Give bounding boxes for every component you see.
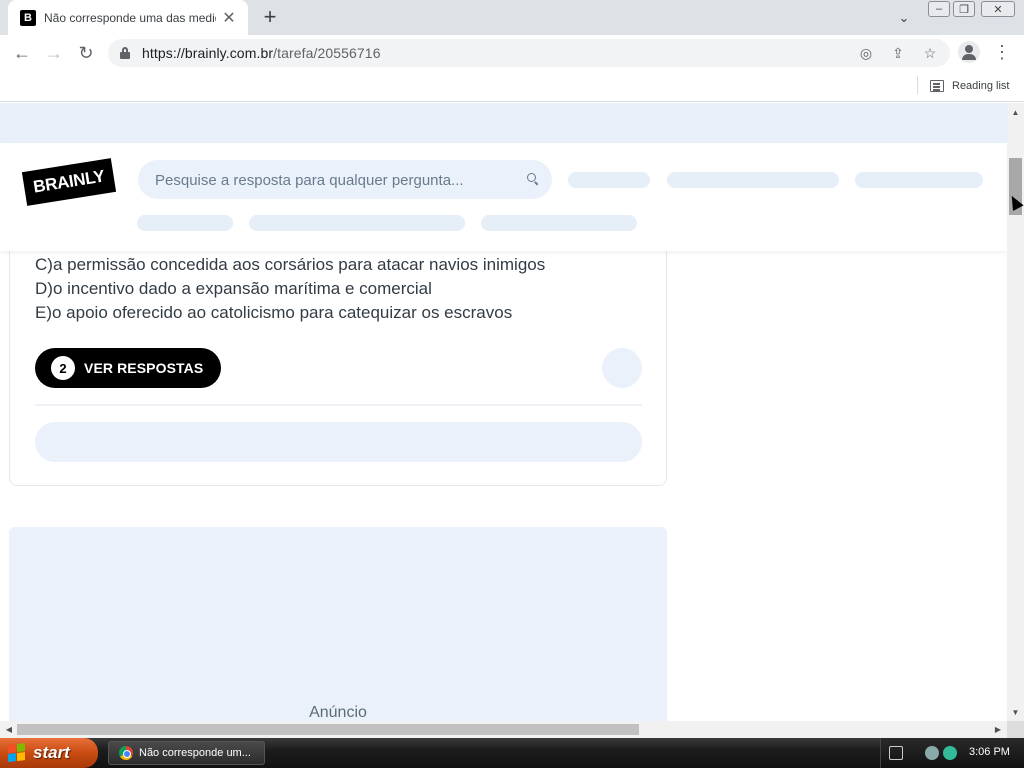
horizontal-scrollbar[interactable]: ◀ ▶	[0, 721, 1007, 738]
subnav-skeleton	[481, 215, 637, 231]
search-placeholder: Pesquise a resposta para qualquer pergun…	[155, 172, 464, 189]
view-answers-button[interactable]: 2 VER RESPOSTAS	[35, 348, 221, 388]
share-icon[interactable]: ⇪	[888, 43, 908, 63]
minimize-button[interactable]: –	[928, 1, 950, 17]
close-window-button[interactable]: ✕	[981, 1, 1015, 17]
reading-list-button[interactable]: Reading list	[930, 76, 1009, 96]
search-icon[interactable]	[527, 173, 539, 186]
answer-input-skeleton	[35, 422, 642, 462]
view-answers-label: VER RESPOSTAS	[84, 360, 204, 376]
bookmarks-divider	[917, 76, 918, 94]
security-icon[interactable]	[943, 746, 957, 760]
browser-toolbar: ← → ↻ https://brainly.com.br/tarefa/2055…	[0, 35, 1024, 70]
brainly-favicon-icon: B	[20, 9, 36, 26]
subnav-skeleton	[249, 215, 465, 231]
answers-count-badge: 2	[51, 356, 75, 380]
eye-off-icon[interactable]: ◎	[856, 43, 876, 63]
profile-icon[interactable]	[958, 41, 980, 63]
restore-button[interactable]: ❐	[953, 1, 975, 17]
forward-arrow-icon[interactable]: →	[42, 41, 66, 65]
bookmarks-bar: Reading list	[0, 70, 1024, 102]
tab-strip: B Não corresponde uma das medidas ✕ + ⌄ …	[0, 0, 1024, 35]
scroll-up-arrow-icon[interactable]: ▲	[1007, 105, 1024, 119]
star-icon[interactable]: ☆	[920, 43, 940, 63]
scrollbar-corner	[1007, 721, 1024, 738]
answer-option: E)o apoio oferecido ao catolicismo para …	[35, 303, 513, 322]
reading-list-label: Reading list	[952, 80, 1010, 92]
nav-skeleton	[855, 172, 983, 188]
lock-icon[interactable]	[120, 47, 130, 59]
address-bar[interactable]: https://brainly.com.br/tarefa/20556716 ◎…	[108, 39, 950, 67]
reading-list-icon	[930, 80, 944, 92]
page-viewport: BRAINLY Pesquise a resposta para qualque…	[0, 103, 1007, 721]
ad-container: Anúncio	[9, 527, 667, 721]
nav-skeleton	[667, 172, 839, 188]
top-skeleton-stripe	[0, 103, 1007, 143]
browser-tab[interactable]: B Não corresponde uma das medidas ✕	[8, 0, 248, 35]
search-input[interactable]: Pesquise a resposta para qualquer pergun…	[138, 160, 552, 199]
horizontal-scroll-thumb[interactable]	[17, 724, 639, 735]
tab-title: Não corresponde uma das medidas	[44, 10, 216, 25]
clock: 3:06 PM	[969, 746, 1010, 758]
close-tab-icon[interactable]: ✕	[220, 8, 238, 28]
start-button[interactable]: start	[0, 738, 98, 768]
keyboard-icon[interactable]	[889, 746, 903, 760]
scroll-right-arrow-icon[interactable]: ▶	[991, 721, 1005, 738]
site-header: BRAINLY Pesquise a resposta para qualque…	[0, 143, 1007, 251]
card-divider	[35, 404, 642, 406]
start-label: start	[33, 743, 70, 762]
new-tab-button[interactable]: +	[258, 4, 282, 29]
brainly-logo[interactable]: BRAINLY	[21, 158, 117, 206]
windows-logo-icon	[8, 743, 26, 763]
scroll-down-arrow-icon[interactable]: ▼	[1007, 705, 1024, 719]
answer-option: D)o incentivo dado a expansão marítima e…	[35, 279, 432, 298]
back-arrow-icon[interactable]: ←	[10, 41, 34, 65]
reload-icon[interactable]: ↻	[74, 41, 98, 65]
network-icon[interactable]	[925, 746, 939, 760]
taskbar-chrome-window[interactable]: Não corresponde um...	[108, 741, 265, 765]
scroll-left-arrow-icon[interactable]: ◀	[2, 721, 16, 738]
taskbar: start Não corresponde um... 3:06 PM	[0, 738, 1024, 768]
taskbar-window-label: Não corresponde um...	[139, 747, 251, 759]
answer-option: C)a permissão concedida aos corsários pa…	[35, 255, 546, 274]
action-skeleton	[602, 348, 642, 388]
chrome-icon	[119, 746, 133, 760]
url-text[interactable]: https://brainly.com.br/tarefa/20556716	[142, 45, 381, 61]
ad-label: Anúncio	[309, 704, 367, 721]
nav-skeleton	[568, 172, 650, 188]
tab-search-chevron-icon[interactable]: ⌄	[893, 7, 915, 29]
system-tray: 3:06 PM	[880, 738, 1024, 768]
menu-dots-icon[interactable]: ⋮	[992, 41, 1012, 63]
subnav-skeleton	[137, 215, 233, 231]
